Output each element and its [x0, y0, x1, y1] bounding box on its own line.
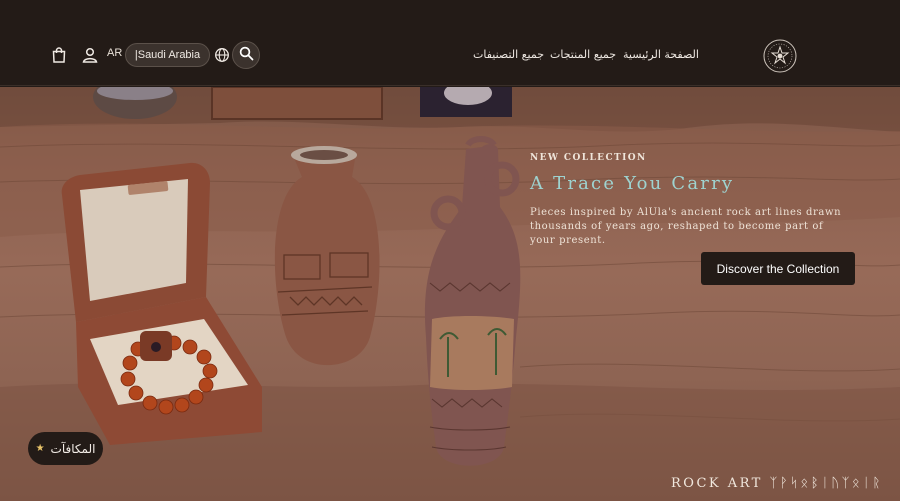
rock-art-wordmark: ROCK ART ᛉᚹᛋᛟᛒᛁᚢᛉᛟᛁᚱ [671, 476, 883, 491]
site-header: AR |Saudi Arabia جميع التصنيفات جميع الم… [0, 0, 900, 86]
cart-icon[interactable] [49, 45, 69, 65]
star-icon: ★ [35, 443, 45, 454]
logo-emblem[interactable] [763, 39, 797, 73]
nav-home[interactable]: الصفحة الرئيسية [623, 48, 699, 61]
search-icon [239, 46, 254, 65]
rewards-button[interactable]: ★ المكافآت [28, 432, 103, 465]
globe-icon[interactable] [212, 45, 232, 65]
search-button[interactable] [232, 41, 260, 69]
hero-image [0, 87, 900, 501]
hero-description: Pieces inspired by AlUla's ancient rock … [530, 207, 842, 246]
region-selector[interactable]: |Saudi Arabia [125, 43, 210, 67]
language-toggle[interactable]: AR [107, 47, 122, 59]
rewards-label: المكافآت [50, 441, 96, 456]
hero-title: A Trace You Carry [530, 173, 735, 194]
hero-banner [0, 87, 900, 501]
nav-all-categories[interactable]: جميع التصنيفات [473, 48, 544, 61]
discover-collection-button[interactable]: Discover the Collection [701, 252, 855, 285]
user-icon[interactable] [80, 45, 100, 65]
nav-all-products[interactable]: جميع المنتجات [550, 48, 616, 61]
hero-eyebrow: NEW COLLECTION [530, 153, 647, 163]
